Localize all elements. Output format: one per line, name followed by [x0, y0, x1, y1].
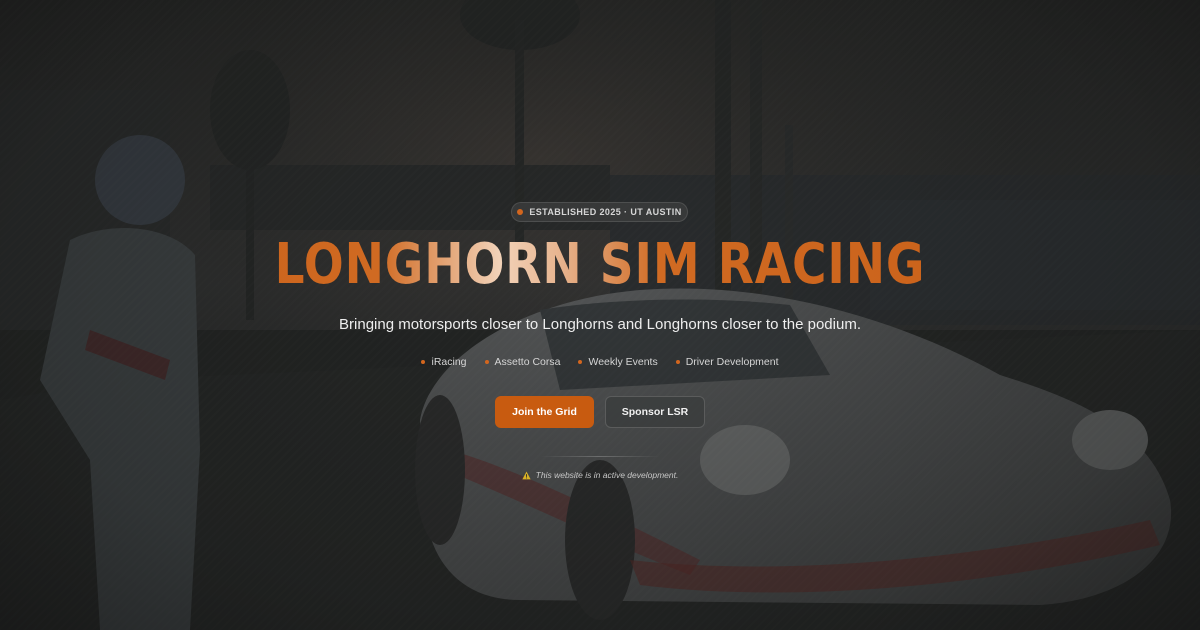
status-dot-icon: [517, 209, 524, 215]
badge-label: ESTABLISHED 2025 · UT AUSTIN: [529, 207, 682, 217]
established-badge: ESTABLISHED 2025 · UT AUSTIN: [511, 202, 688, 222]
bullet-dot-icon: [578, 360, 583, 364]
hero-content: ESTABLISHED 2025 · UT AUSTIN LONGHORN SI…: [0, 0, 1200, 630]
feature-label: Weekly Events: [588, 356, 658, 368]
divider: [540, 456, 660, 457]
feature-item-assetto-corsa: Assetto Corsa: [484, 355, 561, 369]
development-notice: This website is in active development.: [0, 470, 1200, 480]
feature-item-weekly-events: Weekly Events: [578, 355, 658, 369]
tagline: Bringing motorsports closer to Longhorns…: [339, 316, 861, 333]
sponsor-lsr-button[interactable]: Sponsor LSR: [605, 396, 705, 428]
bullet-dot-icon: [675, 360, 680, 364]
feature-list: iRacing Assetto Corsa Weekly Events Driv…: [0, 355, 1200, 369]
join-the-grid-button[interactable]: Join the Grid: [495, 396, 594, 428]
page-title: LONGHORN SIM RACING: [96, 232, 1104, 298]
feature-item-iracing: iRacing: [421, 355, 467, 369]
feature-label: iRacing: [431, 356, 467, 368]
feature-item-driver-development: Driver Development: [675, 355, 779, 369]
hero-section: ESTABLISHED 2025 · UT AUSTIN LONGHORN SI…: [0, 0, 1200, 630]
feature-label: Driver Development: [685, 356, 779, 368]
feature-label: Assetto Corsa: [494, 356, 561, 368]
bullet-dot-icon: [484, 360, 489, 364]
bullet-dot-icon: [421, 360, 426, 364]
warning-triangle-icon: [522, 470, 531, 479]
development-notice-text: This website is in active development.: [535, 470, 679, 480]
